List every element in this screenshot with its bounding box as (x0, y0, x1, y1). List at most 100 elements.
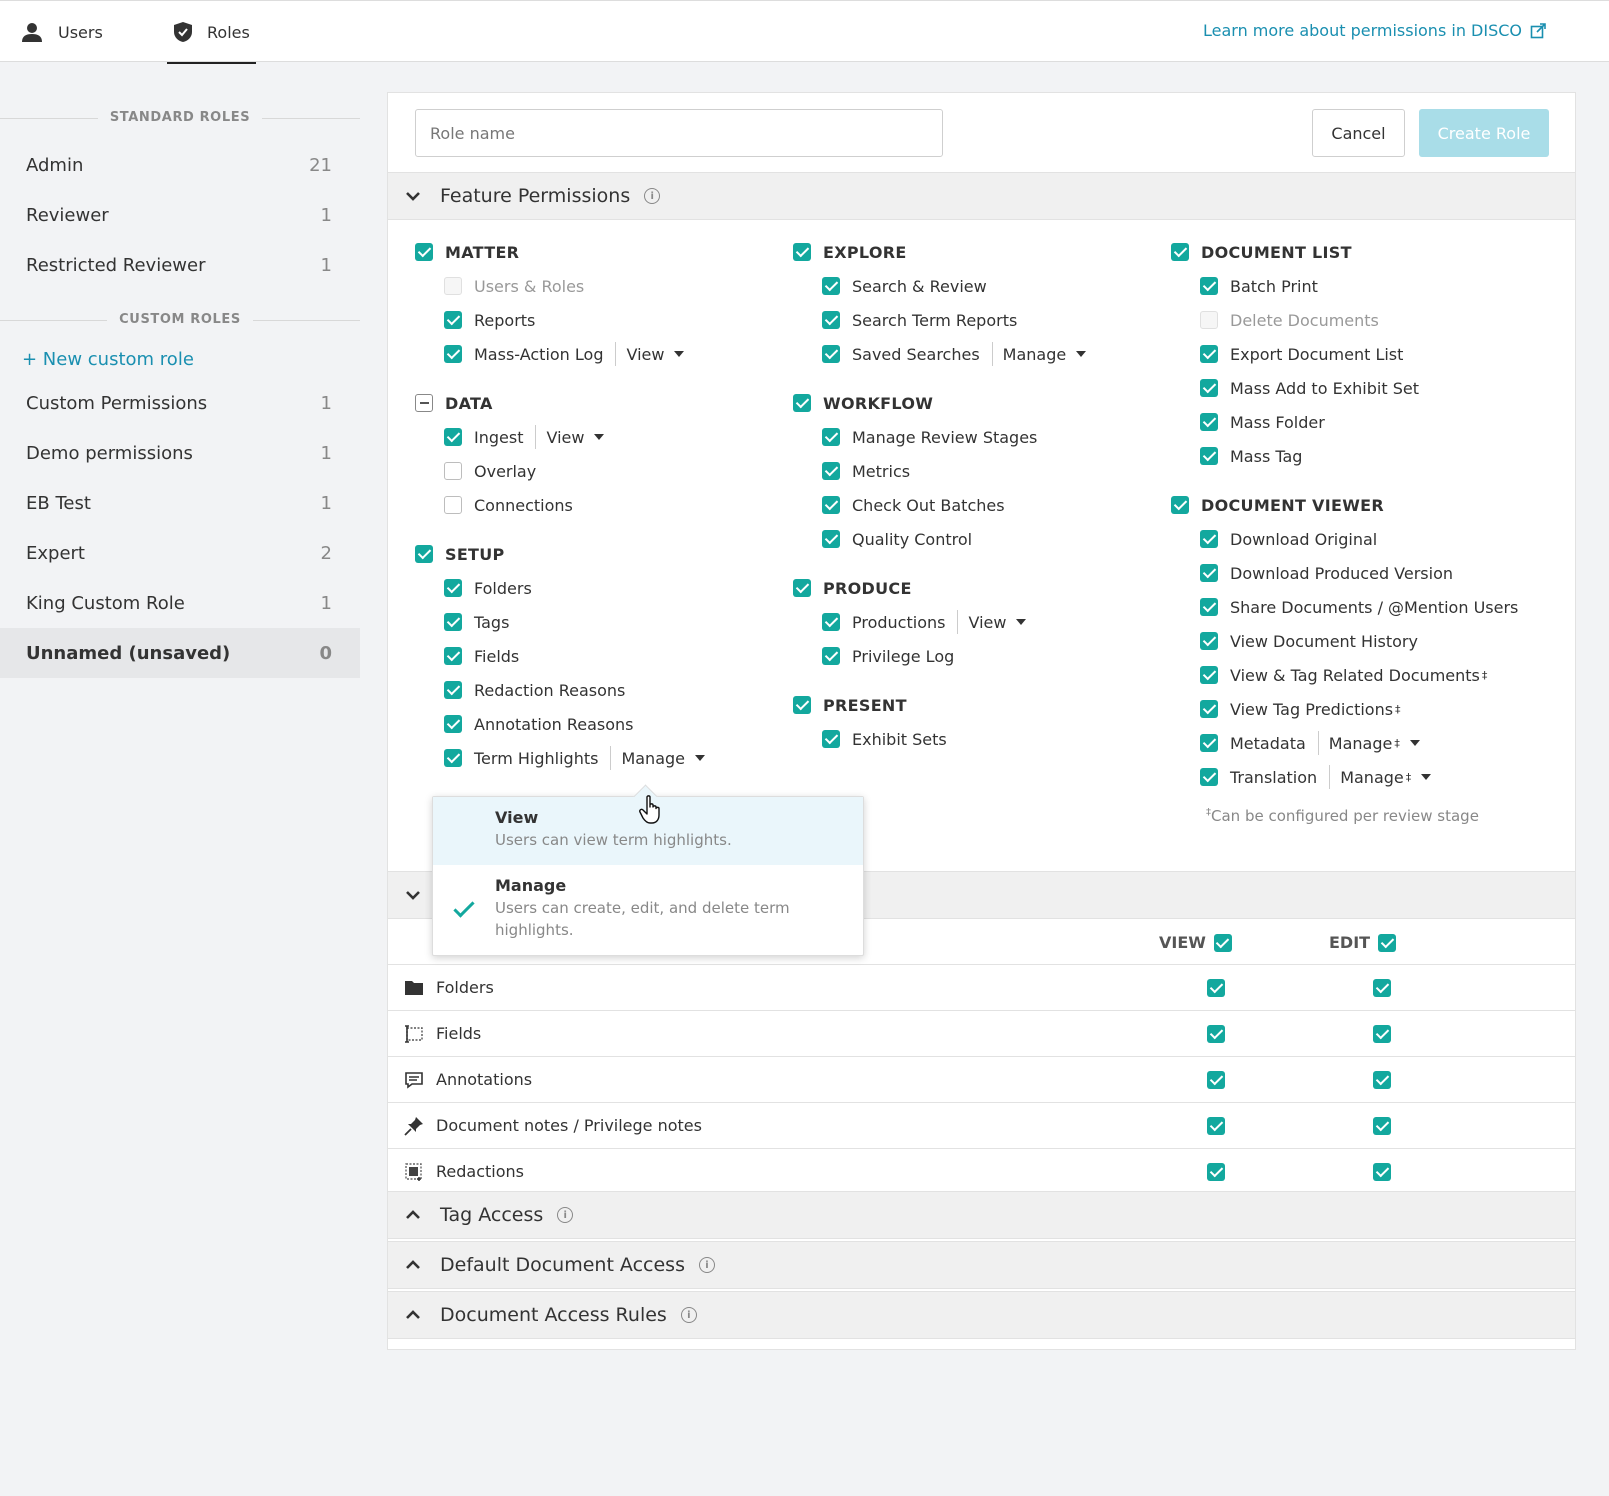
tag-access-header[interactable]: Tag Access i (388, 1191, 1575, 1239)
permission-checkbox[interactable] (1200, 345, 1218, 363)
edit-all-checkbox[interactable] (1378, 933, 1397, 952)
pin-icon (404, 1116, 424, 1136)
permission-checkbox[interactable] (1200, 666, 1218, 684)
permission-checkbox[interactable] (1200, 768, 1218, 786)
role-name-input[interactable] (415, 109, 943, 157)
permission-checkbox[interactable] (822, 496, 840, 514)
group-checkbox[interactable] (415, 394, 433, 412)
info-icon[interactable]: i (644, 188, 661, 204)
permission-checkbox[interactable] (822, 730, 840, 748)
view-checkbox[interactable] (1207, 1070, 1225, 1089)
permission-level-dropdown[interactable]: View (615, 342, 685, 366)
info-icon[interactable]: i (698, 1257, 715, 1273)
permission-checkbox[interactable] (822, 613, 840, 631)
permission-checkbox[interactable] (444, 496, 462, 514)
permission-checkbox[interactable] (822, 428, 840, 446)
role-list-item[interactable]: EB Test 1 (0, 478, 360, 528)
info-icon[interactable]: i (557, 1207, 574, 1223)
cancel-button[interactable]: Cancel (1312, 109, 1405, 157)
permission-item: View & Tag Related Documents ‡ (1171, 658, 1518, 692)
permission-item: Mass Tag (1171, 439, 1518, 473)
role-list-item[interactable]: Reviewer 1 (0, 190, 360, 240)
permission-item: Ingest View (415, 420, 705, 454)
tab-users-label: Users (58, 22, 103, 42)
view-checkbox[interactable] (1207, 978, 1225, 997)
role-user-count: 0 (319, 642, 332, 664)
role-list-item[interactable]: Expert 2 (0, 528, 360, 578)
permission-checkbox[interactable] (822, 647, 840, 665)
permission-checkbox[interactable] (444, 345, 462, 363)
edit-checkbox[interactable] (1373, 1162, 1391, 1181)
permission-level-dropdown[interactable]: Manage (610, 746, 705, 770)
tab-roles[interactable]: Roles (167, 1, 256, 64)
permission-checkbox[interactable] (1200, 700, 1218, 718)
group-checkbox[interactable] (793, 394, 811, 412)
permission-level-dropdown[interactable]: Manage ‡ (1317, 731, 1420, 755)
permission-level-dropdown[interactable]: View (535, 425, 605, 449)
view-checkbox[interactable] (1207, 1024, 1225, 1043)
permission-checkbox[interactable] (1200, 413, 1218, 431)
permission-level-dropdown[interactable]: View (957, 610, 1027, 634)
permission-item: Term Highlights Manage (415, 741, 705, 775)
permission-checkbox[interactable] (444, 749, 462, 767)
view-checkbox[interactable] (1207, 1162, 1225, 1181)
permission-label: Users & Roles (474, 276, 585, 296)
permission-checkbox[interactable] (1200, 447, 1218, 465)
new-custom-role-link[interactable]: + New custom role (0, 342, 360, 378)
info-icon[interactable]: i (680, 1307, 697, 1323)
permission-checkbox[interactable] (822, 345, 840, 363)
tab-users[interactable]: Users (20, 1, 103, 63)
role-list-item[interactable]: Admin 21 (0, 140, 360, 190)
permissions-column-1: MATTER Users & Roles Reports Mass-Action Lo… (415, 235, 705, 790)
permission-checkbox[interactable] (444, 311, 462, 329)
group-checkbox[interactable] (793, 696, 811, 714)
permission-checkbox[interactable] (822, 462, 840, 480)
permission-label: Mass Add to Exhibit Set (1230, 378, 1419, 398)
menu-option-manage[interactable]: Manage Users can create, edit, and delet… (433, 865, 863, 955)
edit-checkbox[interactable] (1373, 978, 1391, 997)
permission-checkbox[interactable] (1200, 277, 1218, 295)
feature-permissions-header[interactable]: Feature Permissions i (388, 172, 1575, 220)
edit-checkbox[interactable] (1373, 1024, 1391, 1043)
role-list-item[interactable]: Custom Permissions 1 (0, 378, 360, 428)
learn-more-link[interactable]: Learn more about permissions in DISCO (1203, 21, 1546, 40)
menu-option-description: Users can view term highlights. (495, 831, 732, 849)
group-checkbox[interactable] (1171, 243, 1189, 261)
permission-checkbox[interactable] (822, 277, 840, 295)
role-list-item[interactable]: Demo permissions 1 (0, 428, 360, 478)
permission-level-value: Manage (1002, 344, 1067, 364)
default-document-access-header[interactable]: Default Document Access i (388, 1241, 1575, 1289)
permission-checkbox[interactable] (1200, 530, 1218, 548)
permission-checkbox[interactable] (1200, 598, 1218, 616)
permission-checkbox[interactable] (444, 579, 462, 597)
permission-checkbox[interactable] (444, 715, 462, 733)
group-checkbox[interactable] (415, 243, 433, 261)
permission-checkbox[interactable] (1200, 564, 1218, 582)
permission-checkbox[interactable] (444, 681, 462, 699)
permission-checkbox[interactable] (1200, 379, 1218, 397)
view-checkbox[interactable] (1207, 1116, 1225, 1135)
group-checkbox[interactable] (793, 243, 811, 261)
group-checkbox[interactable] (415, 545, 433, 563)
permission-checkbox[interactable] (1200, 632, 1218, 650)
permission-level-dropdown[interactable]: Manage (991, 342, 1087, 366)
data-access-row: Folders (388, 965, 1575, 1011)
group-checkbox[interactable] (1171, 496, 1189, 514)
permission-checkbox[interactable] (444, 462, 462, 480)
permission-checkbox[interactable] (444, 647, 462, 665)
permission-checkbox[interactable] (1200, 734, 1218, 752)
edit-checkbox[interactable] (1373, 1070, 1391, 1089)
role-list-item[interactable]: King Custom Role 1 (0, 578, 360, 628)
role-list-item[interactable]: Unnamed (unsaved) 0 (0, 628, 360, 678)
role-list-item[interactable]: Restricted Reviewer 1 (0, 240, 360, 290)
permission-checkbox[interactable] (822, 311, 840, 329)
permission-level-dropdown[interactable]: Manage ‡ (1329, 765, 1432, 789)
edit-checkbox[interactable] (1373, 1116, 1391, 1135)
view-all-checkbox[interactable] (1213, 933, 1232, 952)
permission-checkbox[interactable] (822, 530, 840, 548)
document-access-rules-header[interactable]: Document Access Rules i (388, 1291, 1575, 1339)
permission-checkbox[interactable] (444, 613, 462, 631)
group-checkbox[interactable] (793, 579, 811, 597)
permission-checkbox[interactable] (444, 428, 462, 446)
create-role-button[interactable]: Create Role (1419, 109, 1549, 157)
